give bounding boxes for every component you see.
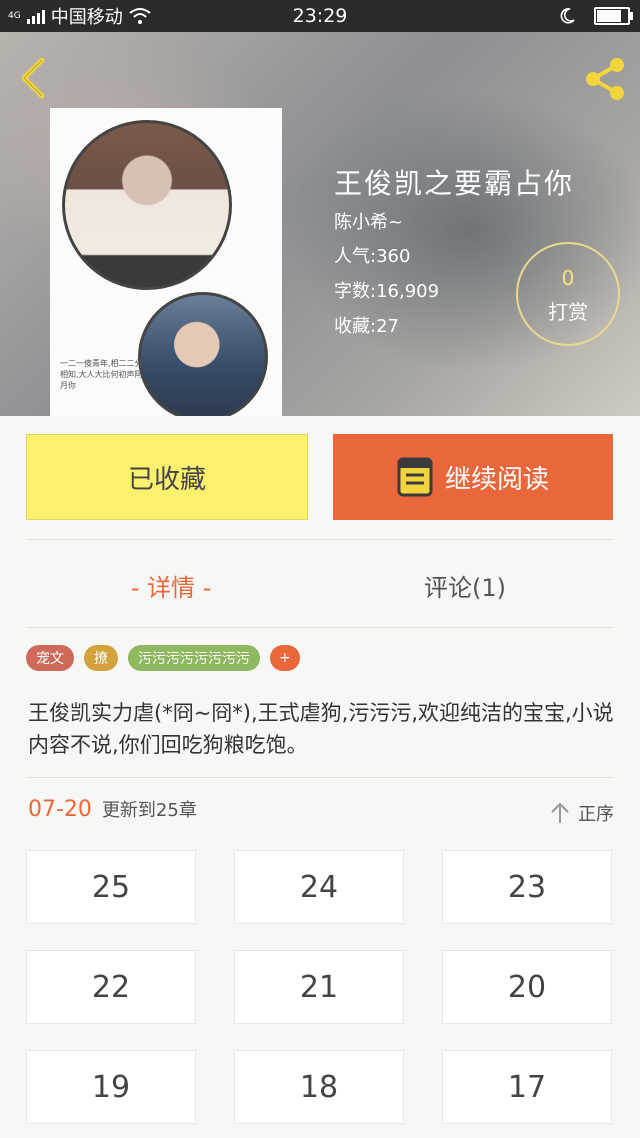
favorited-label: 已收藏 [127,464,206,495]
divider [26,777,613,778]
book-title: 王俊凯之要霸占你 [334,167,575,200]
cover-handwriting: 一二一傻青年,相二二分相知,大人大比何初声阿月你 [60,359,143,390]
status-time: 23:29 [292,5,348,27]
tag-list: 宠文 撩 污污污污污污污污 + [26,645,300,671]
book-description: 王俊凯实力虐(*冏~冏*),王式虐狗,污污污,欢迎纯洁的宝宝,小说内容不说,你们… [28,701,614,757]
book-word-count: 字数:16,909 [334,281,440,302]
share-icon[interactable] [580,54,630,104]
chapter-item[interactable]: 20 [442,950,612,1024]
favorited-button[interactable]: 已收藏 [26,434,308,520]
book-icon [397,457,433,497]
cover-photo-boy [138,292,268,416]
sort-order-label: 正序 [578,804,614,825]
add-tag-button[interactable]: + [270,645,300,671]
chapter-grid: 25 24 23 22 21 20 19 18 17 [26,850,614,1124]
book-header: 一二一傻青年,相二二分相知,大人大比何初声阿月你 王俊凯之要霸占你 陈小希~ 人… [0,32,640,416]
sort-order-button[interactable]: 正序 [550,800,614,826]
back-icon[interactable] [14,54,54,102]
chapter-item[interactable]: 17 [442,1050,612,1124]
chapter-item[interactable]: 24 [234,850,404,924]
chapter-item[interactable]: 25 [26,850,196,924]
continue-reading-button[interactable]: 继续阅读 [333,434,613,520]
tip-label: 打赏 [548,300,588,324]
tag-item[interactable]: 撩 [84,645,118,671]
tip-count: 0 [561,266,575,290]
continue-reading-label: 继续阅读 [444,464,549,495]
tab-comments[interactable]: 评论(1) [320,560,610,610]
tag-item[interactable]: 宠文 [26,645,74,671]
divider [26,539,613,540]
update-info: 07-20 更新到25章 [28,796,197,822]
update-date: 07-20 [28,797,92,822]
divider [26,627,613,628]
book-favorites: 收藏:27 [334,316,399,337]
chapter-item[interactable]: 22 [26,950,196,1024]
arrow-up-icon [551,802,569,823]
chapter-item[interactable]: 19 [26,1050,196,1124]
tip-button[interactable]: 0 打赏 [516,242,620,346]
chapter-item[interactable]: 21 [234,950,404,1024]
book-author[interactable]: 陈小希~ [334,208,403,234]
update-text: 更新到25章 [101,800,197,821]
tag-item[interactable]: 污污污污污污污污 [128,645,260,671]
book-cover: 一二一傻青年,相二二分相知,大人大比何初声阿月你 [50,108,282,416]
status-bar: 4G 中国移动 23:29 [0,0,640,32]
status-right [558,0,633,32]
chapter-item[interactable]: 18 [234,1050,404,1124]
cover-photo-girl [62,120,232,290]
tab-detail[interactable]: - 详情 - [26,560,316,610]
moon-icon [560,8,575,24]
book-popularity: 人气:360 [334,246,411,267]
battery-icon [594,7,633,25]
chapter-item[interactable]: 23 [442,850,612,924]
